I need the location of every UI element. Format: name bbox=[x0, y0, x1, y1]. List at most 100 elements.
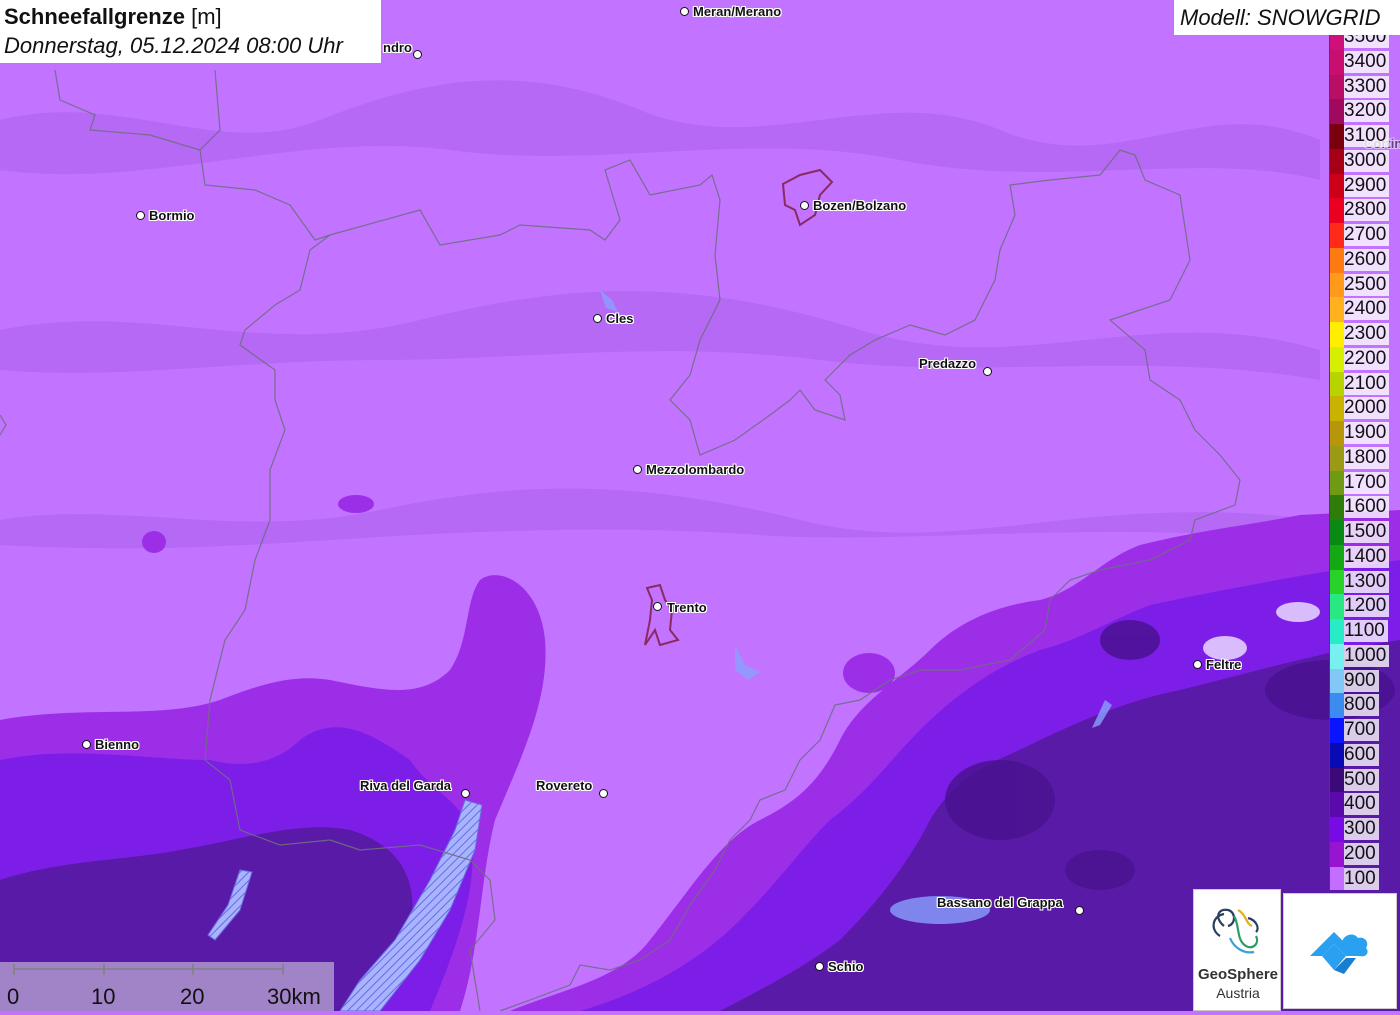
legend-swatch bbox=[1329, 693, 1344, 719]
legend-label: 2300 bbox=[1344, 323, 1390, 345]
legend-swatch bbox=[1329, 74, 1344, 100]
legend-swatch bbox=[1329, 445, 1344, 471]
legend-swatch bbox=[1329, 817, 1344, 842]
city-label-bormio[interactable]: Bormio bbox=[149, 208, 195, 223]
geosphere-name: GeoSphere bbox=[1197, 966, 1279, 983]
city-dot bbox=[815, 962, 824, 971]
city-dot bbox=[680, 7, 689, 16]
snowfall-line-map[interactable] bbox=[0, 0, 1400, 1011]
legend-label: 2400 bbox=[1344, 298, 1390, 321]
legend-swatch bbox=[1329, 223, 1344, 248]
legend-label: 2500 bbox=[1344, 273, 1390, 296]
legend-label: 500 bbox=[1344, 768, 1379, 791]
city-dot bbox=[1075, 906, 1084, 915]
scale-label-0: 0 bbox=[7, 984, 20, 1009]
scale-label-10: 10 bbox=[91, 984, 116, 1009]
city-label-cles[interactable]: Cles bbox=[606, 311, 633, 326]
geosphere-emblem-icon bbox=[1212, 908, 1259, 954]
legend-label: 3500 bbox=[1344, 35, 1390, 48]
city-dot bbox=[136, 211, 145, 220]
city-dot bbox=[1193, 660, 1202, 669]
city-label-bienno[interactable]: Bienno bbox=[95, 737, 139, 752]
legend-label: 3300 bbox=[1344, 75, 1390, 98]
city-label-riva[interactable]: Riva del Garda bbox=[360, 778, 451, 793]
legend-swatch bbox=[1329, 49, 1344, 75]
mountain-cloud-icon bbox=[1310, 932, 1368, 974]
city-label-predazzo[interactable]: Predazzo bbox=[919, 356, 976, 371]
legend-swatch bbox=[1329, 396, 1344, 422]
city-dot bbox=[461, 789, 470, 798]
legend-label: 1400 bbox=[1344, 545, 1390, 568]
legend-label: 3000 bbox=[1344, 149, 1390, 172]
legend-swatch bbox=[1329, 594, 1344, 620]
legend-label: 2200 bbox=[1344, 347, 1390, 370]
city-label-meran[interactable]: Meran/Merano bbox=[693, 4, 781, 19]
title-unit: [m] bbox=[191, 4, 222, 29]
city-dot bbox=[633, 465, 642, 474]
legend-label: 900 bbox=[1344, 669, 1379, 692]
legend-swatch bbox=[1329, 841, 1344, 867]
legend-swatch bbox=[1329, 544, 1344, 570]
legend-label: 600 bbox=[1344, 743, 1379, 766]
map-title-box: Schneefallgrenze [m] Donnerstag, 05.12.2… bbox=[0, 0, 382, 64]
legend-label: 1000 bbox=[1344, 644, 1390, 667]
legend-swatch bbox=[1329, 668, 1344, 694]
legend-swatch bbox=[1329, 569, 1344, 595]
legend-swatch bbox=[1329, 767, 1344, 793]
geosphere-country: Austria bbox=[1216, 985, 1260, 1001]
legend-label: 3200 bbox=[1344, 100, 1390, 123]
city-label-rovereto[interactable]: Rovereto bbox=[536, 778, 592, 793]
legend-label: 3400 bbox=[1344, 50, 1390, 73]
legend-label: 2800 bbox=[1344, 199, 1390, 222]
legend-label: 2100 bbox=[1344, 372, 1390, 395]
city-label-trento[interactable]: Trento bbox=[667, 600, 707, 615]
legend-swatch bbox=[1329, 520, 1344, 545]
snow-cloud-logo[interactable] bbox=[1283, 893, 1397, 1009]
legend-label: 400 bbox=[1344, 793, 1379, 816]
legend-swatch bbox=[1329, 297, 1344, 323]
title-bold: Schneefallgrenze bbox=[4, 4, 185, 29]
legend-label: 1900 bbox=[1344, 422, 1390, 444]
legend-label: 2600 bbox=[1344, 248, 1390, 271]
legend-label: 800 bbox=[1344, 694, 1379, 717]
city-label-ndro[interactable]: ndro bbox=[383, 40, 412, 55]
legend-label: 300 bbox=[1344, 818, 1379, 840]
color-legend: 3500 3400 3300 3200 3100 3000 2900 2800 2700 2600… bbox=[1329, 35, 1400, 890]
city-label-bassano[interactable]: Bassano del Grappa bbox=[937, 895, 1063, 910]
city-dot bbox=[593, 314, 602, 323]
legend-label: 3100 bbox=[1344, 125, 1390, 147]
legend-swatch bbox=[1329, 421, 1344, 446]
map-datetime: Donnerstag, 05.12.2024 08:00 Uhr bbox=[4, 33, 343, 58]
legend-label: 1200 bbox=[1344, 595, 1390, 618]
city-dot bbox=[82, 740, 91, 749]
legend-swatch bbox=[1329, 173, 1344, 199]
city-dot bbox=[599, 789, 608, 798]
city-label-feltre[interactable]: Feltre bbox=[1206, 657, 1241, 672]
scale-bar: 0 10 20 30km bbox=[0, 962, 334, 1011]
city-label-schio[interactable]: Schio bbox=[828, 959, 863, 974]
legend-swatch bbox=[1329, 124, 1344, 149]
legend-swatch bbox=[1329, 148, 1344, 174]
city-dot bbox=[413, 50, 422, 59]
legend-label: 1600 bbox=[1344, 496, 1390, 519]
city-dot bbox=[800, 201, 809, 210]
legend-swatch bbox=[1329, 371, 1344, 397]
legend-swatch bbox=[1329, 470, 1344, 496]
scale-label-30km: 30km bbox=[267, 984, 321, 1009]
scale-label-20: 20 bbox=[180, 984, 205, 1009]
legend-swatch bbox=[1329, 718, 1344, 743]
legend-swatch bbox=[1329, 322, 1344, 347]
model-label: Modell: SNOWGRID bbox=[1180, 5, 1381, 30]
map-title: Schneefallgrenze [m] bbox=[4, 4, 222, 30]
legend-swatch bbox=[1329, 198, 1344, 224]
legend-swatch bbox=[1329, 742, 1344, 768]
city-label-mezzolombardo[interactable]: Mezzolombardo bbox=[646, 462, 744, 477]
legend-swatch bbox=[1329, 495, 1344, 521]
legend-swatch bbox=[1329, 35, 1344, 50]
legend-label: 1700 bbox=[1344, 471, 1390, 494]
geosphere-logo[interactable]: GeoSphere Austria bbox=[1193, 889, 1281, 1011]
legend-swatch bbox=[1329, 792, 1344, 818]
city-label-bozen[interactable]: Bozen/Bolzano bbox=[813, 198, 906, 213]
legend-label: 200 bbox=[1344, 842, 1379, 865]
legend-label: 2000 bbox=[1344, 397, 1390, 420]
